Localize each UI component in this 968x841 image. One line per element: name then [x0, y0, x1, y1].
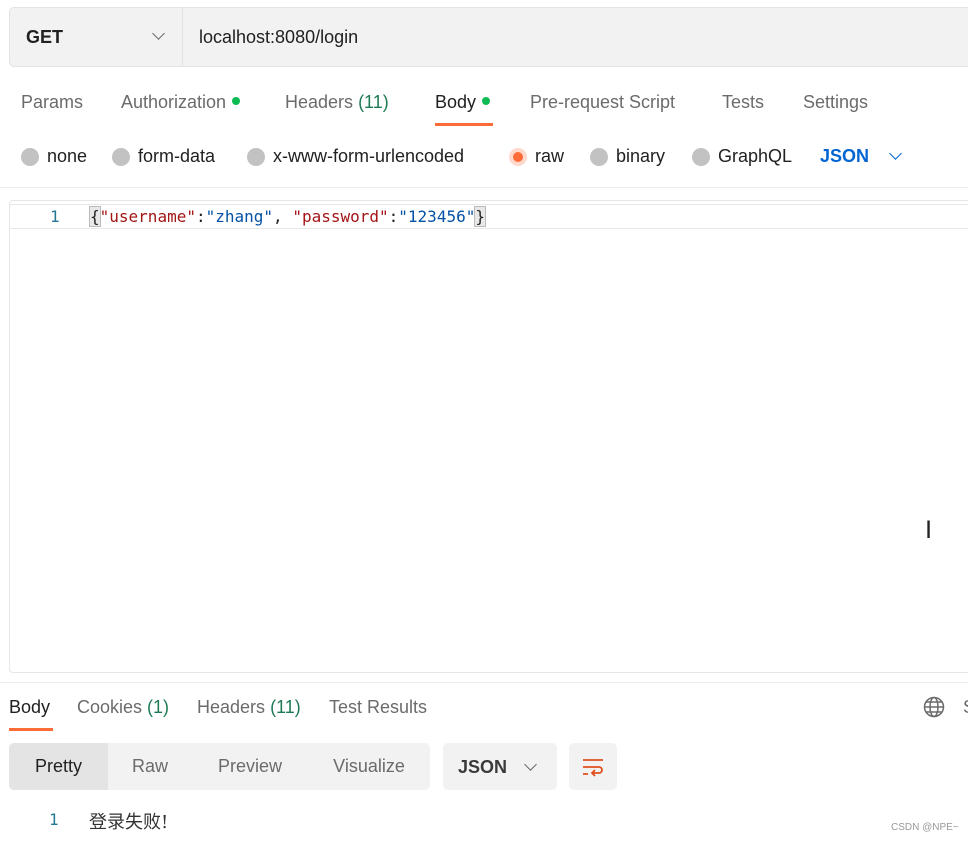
view-mode-group: Pretty Raw Preview Visualize [9, 743, 430, 790]
line-number: 1 [49, 810, 59, 829]
response-status: S [963, 697, 968, 718]
url-bar: GET localhost:8080/login [9, 7, 968, 67]
radio-urlencoded[interactable]: x-www-form-urlencoded [247, 146, 464, 167]
tab-body[interactable]: Body [435, 92, 491, 113]
response-text: 登录失败! [89, 812, 169, 833]
divider [0, 187, 968, 188]
view-visualize[interactable]: Visualize [321, 743, 417, 790]
status-dot [232, 97, 241, 106]
radio-raw[interactable]: raw [509, 146, 564, 167]
response-tab-body[interactable]: Body [9, 697, 50, 718]
response-tab-headers[interactable]: Headers (11) [197, 697, 301, 718]
view-preview[interactable]: Preview [205, 743, 295, 790]
status-dot [482, 97, 491, 106]
tab-authorization[interactable]: Authorization [121, 92, 241, 113]
tab-pre-request-script[interactable]: Pre-request Script [530, 92, 675, 113]
view-raw[interactable]: Raw [115, 743, 185, 790]
radio-graphql[interactable]: GraphQL [692, 146, 792, 167]
body-editor[interactable]: 1 {"username":"zhang", "password":"12345… [9, 200, 968, 673]
radio-none[interactable]: none [21, 146, 87, 167]
divider [0, 682, 968, 683]
tab-params[interactable]: Params [21, 92, 83, 113]
url-input[interactable]: localhost:8080/login [199, 27, 358, 48]
watermark: CSDN @NPE~ [891, 822, 959, 833]
tab-settings[interactable]: Settings [803, 92, 868, 113]
chevron-down-icon [152, 27, 165, 40]
active-tab-underline [435, 123, 493, 126]
method-select[interactable]: GET [10, 8, 183, 66]
wrap-lines-button[interactable] [569, 743, 617, 790]
code-line: {"username":"zhang", "password":"123456"… [89, 206, 486, 227]
response-format-select[interactable]: JSON [443, 743, 557, 790]
line-number: 1 [50, 207, 60, 226]
text-cursor-icon: I [925, 516, 933, 544]
body-format-select[interactable]: JSON [820, 146, 902, 167]
response-tab-test-results[interactable]: Test Results [329, 697, 427, 718]
wrap-icon [583, 759, 603, 777]
response-tab-cookies[interactable]: Cookies (1) [77, 697, 169, 718]
tab-tests[interactable]: Tests [722, 92, 764, 113]
active-tab-underline [9, 728, 53, 731]
radio-binary[interactable]: binary [590, 146, 665, 167]
globe-icon[interactable] [923, 696, 945, 718]
method-label: GET [26, 27, 64, 47]
radio-form-data[interactable]: form-data [112, 146, 215, 167]
view-pretty[interactable]: Pretty [9, 743, 108, 790]
tab-headers[interactable]: Headers (11) [285, 92, 389, 113]
